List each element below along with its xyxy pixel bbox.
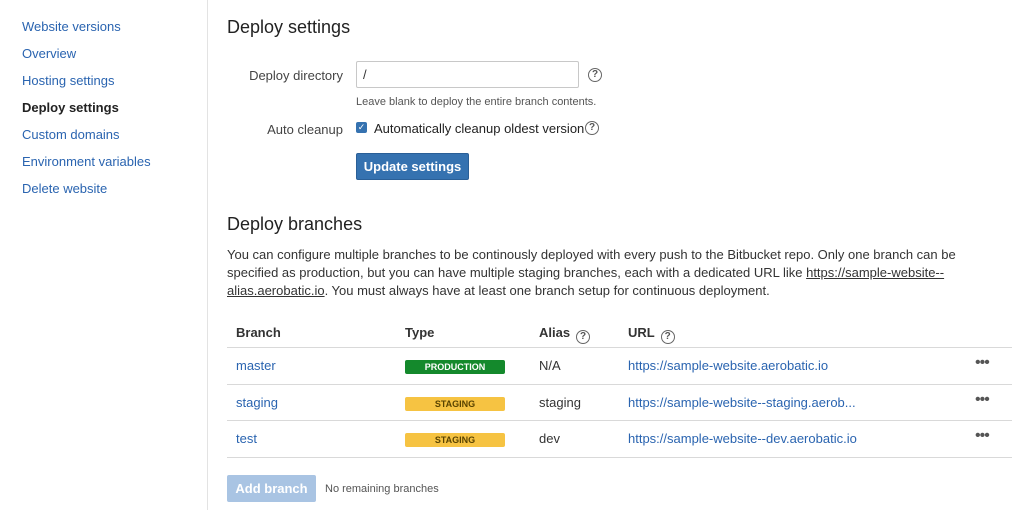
type-cell: STAGING <box>405 431 505 447</box>
production-badge: PRODUCTION <box>405 360 505 374</box>
staging-badge: STAGING <box>405 396 505 411</box>
help-icon[interactable]: ? <box>585 121 599 135</box>
deploy-branches-description: You can configure multiple branches to b… <box>227 246 1007 300</box>
column-header-url: URL? <box>628 325 675 344</box>
staging-badge: STAGING <box>405 433 505 447</box>
column-header-url-label: URL <box>628 325 655 340</box>
auto-cleanup-label: Auto cleanup <box>267 122 343 137</box>
table-row: test STAGING dev https://sample-website-… <box>227 421 1012 458</box>
add-branch-button[interactable]: Add branch <box>227 475 316 502</box>
alias-cell: staging <box>539 394 581 410</box>
alias-cell: N/A <box>539 358 561 373</box>
auto-cleanup-checkbox[interactable]: ✓ <box>356 122 367 133</box>
branch-link[interactable]: staging <box>236 395 278 410</box>
type-cell: STAGING <box>405 395 505 411</box>
sidebar-item-delete-website[interactable]: Delete website <box>0 180 207 207</box>
column-header-alias-label: Alias <box>539 325 571 340</box>
table-row: master PRODUCTION N/A https://sample-web… <box>227 348 1012 385</box>
help-icon[interactable]: ? <box>588 68 602 82</box>
column-header-type: Type <box>405 325 435 340</box>
table-header: Branch Type Alias? URL? <box>227 315 1012 348</box>
column-header-branch: Branch <box>236 325 281 340</box>
branch-link[interactable]: master <box>236 358 276 373</box>
more-actions-icon[interactable]: ••• <box>975 354 990 372</box>
branch-url-link[interactable]: https://sample-website--dev.aerobatic.io <box>628 431 857 446</box>
no-remaining-branches-note: No remaining branches <box>325 483 439 495</box>
more-actions-icon[interactable]: ••• <box>975 391 990 409</box>
sidebar-item-hosting-settings[interactable]: Hosting settings <box>0 72 207 99</box>
deploy-directory-hint: Leave blank to deploy the entire branch … <box>356 96 597 108</box>
sidebar-item-custom-domains[interactable]: Custom domains <box>0 126 207 153</box>
main-content: Deploy settings Deploy directory ? Leave… <box>227 0 1024 510</box>
help-icon[interactable]: ? <box>660 330 675 344</box>
branch-url-link[interactable]: https://sample-website.aerobatic.io <box>628 358 828 373</box>
deploy-settings-title: Deploy settings <box>227 17 351 37</box>
branch-url-link[interactable]: https://sample-website--staging.aerob... <box>628 395 856 410</box>
deploy-directory-input[interactable] <box>356 61 579 88</box>
alias-cell: dev <box>539 431 560 446</box>
sidebar-item-deploy-settings[interactable]: Deploy settings <box>0 99 207 126</box>
type-cell: PRODUCTION <box>405 358 505 374</box>
deploy-branches-title: Deploy branches <box>227 214 363 234</box>
sidebar-item-overview[interactable]: Overview <box>0 45 207 72</box>
sidebar: Website versions Overview Hosting settin… <box>0 0 208 510</box>
sidebar-item-website-versions[interactable]: Website versions <box>0 18 207 45</box>
help-icon[interactable]: ? <box>576 330 591 344</box>
table-row: staging STAGING staging https://sample-w… <box>227 385 1012 421</box>
branch-link[interactable]: test <box>236 431 257 446</box>
sidebar-item-environment-variables[interactable]: Environment variables <box>0 153 207 180</box>
update-settings-button[interactable]: Update settings <box>356 153 469 180</box>
auto-cleanup-checkbox-label[interactable]: Automatically cleanup oldest version <box>374 121 584 136</box>
branches-table: Branch Type Alias? URL? master PRODUCTIO… <box>227 315 1012 458</box>
description-text-end: . You must always have at least one bran… <box>324 283 770 298</box>
deploy-directory-label: Deploy directory <box>249 68 343 83</box>
more-actions-icon[interactable]: ••• <box>975 427 990 445</box>
column-header-alias: Alias? <box>539 325 591 344</box>
